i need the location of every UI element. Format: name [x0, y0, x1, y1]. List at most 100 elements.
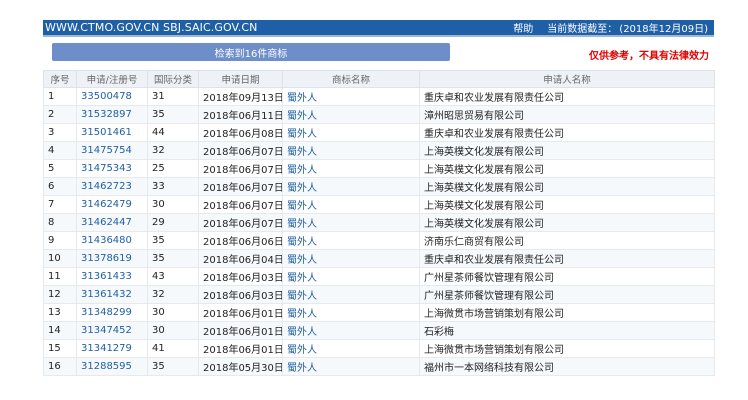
- registration-number-link[interactable]: 31347452: [76, 321, 148, 340]
- class-cell: 30: [147, 303, 199, 322]
- row-number-cell: 13: [43, 303, 77, 322]
- class-cell: 32: [147, 141, 199, 160]
- application-date-cell: 2018年06月07日: [198, 141, 283, 160]
- applicant-name-cell: 上海微贯市场营销策划有限公司: [419, 303, 715, 322]
- application-date-cell: 2018年06月03日: [198, 267, 283, 286]
- application-date-cell: 2018年06月07日: [198, 195, 283, 214]
- results-count-bar: 检索到16件商标: [52, 43, 450, 61]
- trademark-name-link[interactable]: 蜀外人: [282, 267, 420, 286]
- class-cell: 35: [147, 357, 199, 376]
- applicant-name-cell: 重庆卓和农业发展有限责任公司: [419, 123, 715, 142]
- application-date-cell: 2018年06月08日: [198, 123, 283, 142]
- trademark-name-link[interactable]: 蜀外人: [282, 249, 420, 268]
- column-header-class[interactable]: 国际分类: [147, 70, 199, 88]
- class-cell: 35: [147, 249, 199, 268]
- registration-number-link[interactable]: 31475754: [76, 141, 148, 160]
- trademark-name-link[interactable]: 蜀外人: [282, 213, 420, 232]
- registration-number-link[interactable]: 31348299: [76, 303, 148, 322]
- application-date-cell: 2018年06月03日: [198, 285, 283, 304]
- application-date-cell: 2018年06月07日: [198, 159, 283, 178]
- registration-number-link[interactable]: 31532897: [76, 105, 148, 124]
- row-number-cell: 2: [43, 105, 77, 124]
- registration-number-link[interactable]: 31436480: [76, 231, 148, 250]
- class-cell: 31: [147, 87, 199, 106]
- table-row: 8 31462447 29 2018年06月07日 蜀外人 上海英樸文化发展有限公司: [43, 213, 715, 232]
- registration-number-link[interactable]: 31288595: [76, 357, 148, 376]
- registration-number-link[interactable]: 31462479: [76, 195, 148, 214]
- registration-number-link[interactable]: 31501461: [76, 123, 148, 142]
- help-link[interactable]: 帮助: [513, 20, 533, 35]
- registration-number-link[interactable]: 33500478: [76, 87, 148, 106]
- registration-number-link[interactable]: 31341279: [76, 339, 148, 358]
- application-date-cell: 2018年06月04日: [198, 249, 283, 268]
- trademark-name-link[interactable]: 蜀外人: [282, 105, 420, 124]
- applicant-name-cell: 重庆卓和农业发展有限责任公司: [419, 249, 715, 268]
- table-row: 13 31348299 30 2018年06月01日 蜀外人 上海微贯市场营销策划有限公司: [43, 303, 715, 322]
- table-row: 16 31288595 35 2018年05月30日 蜀外人 福州市一本网络科技有限公司: [43, 357, 715, 376]
- column-header-date[interactable]: 申请日期: [198, 70, 283, 88]
- column-header-trademark-name[interactable]: 商标名称: [282, 70, 420, 88]
- row-number-cell: 11: [43, 267, 77, 286]
- trademark-name-link[interactable]: 蜀外人: [282, 357, 420, 376]
- registration-number-link[interactable]: 31361433: [76, 267, 148, 286]
- trademark-name-link[interactable]: 蜀外人: [282, 231, 420, 250]
- trademark-name-link[interactable]: 蜀外人: [282, 195, 420, 214]
- class-cell: 43: [147, 267, 199, 286]
- trademark-name-link[interactable]: 蜀外人: [282, 321, 420, 340]
- registration-number-link[interactable]: 31462447: [76, 213, 148, 232]
- table-row: 2 31532897 35 2018年06月11日 蜀外人 漳州昭思贸易有限公司: [43, 105, 715, 124]
- application-date-cell: 2018年06月11日: [198, 105, 283, 124]
- trademark-name-link[interactable]: 蜀外人: [282, 87, 420, 106]
- row-number-cell: 14: [43, 321, 77, 340]
- applicant-name-cell: 石彩梅: [419, 321, 715, 340]
- application-date-cell: 2018年06月07日: [198, 213, 283, 232]
- application-date-cell: 2018年06月01日: [198, 303, 283, 322]
- applicant-name-cell: 上海英樸文化发展有限公司: [419, 195, 715, 214]
- row-number-cell: 7: [43, 195, 77, 214]
- class-cell: 41: [147, 339, 199, 358]
- table-body: 1 33500478 31 2018年09月13日 蜀外人 重庆卓和农业发展有限责任公司 2…: [43, 87, 715, 376]
- column-header-applicant[interactable]: 申请人名称: [419, 70, 715, 88]
- column-header-reg-no[interactable]: 申请/注册号: [76, 70, 148, 88]
- applicant-name-cell: 上海英樸文化发展有限公司: [419, 159, 715, 178]
- application-date-cell: 2018年06月01日: [198, 339, 283, 358]
- application-date-cell: 2018年06月07日: [198, 177, 283, 196]
- application-date-cell: 2018年05月30日: [198, 357, 283, 376]
- registration-number-link[interactable]: 31378619: [76, 249, 148, 268]
- row-number-cell: 1: [43, 87, 77, 106]
- registration-number-link[interactable]: 31475343: [76, 159, 148, 178]
- table-row: 15 31341279 41 2018年06月01日 蜀外人 上海微贯市场营销策划有限公司: [43, 339, 715, 358]
- row-number-cell: 15: [43, 339, 77, 358]
- data-date-value: (2018年12月09日): [619, 24, 708, 35]
- applicant-name-cell: 济南乐仁商贸有限公司: [419, 231, 715, 250]
- applicant-name-cell: 广州星茶师餐饮管理有限公司: [419, 285, 715, 304]
- trademark-name-link[interactable]: 蜀外人: [282, 123, 420, 142]
- row-number-cell: 8: [43, 213, 77, 232]
- header-divider: [43, 35, 714, 37]
- registration-number-link[interactable]: 31462723: [76, 177, 148, 196]
- applicant-name-cell: 上海英樸文化发展有限公司: [419, 177, 715, 196]
- trademark-name-link[interactable]: 蜀外人: [282, 285, 420, 304]
- class-cell: 33: [147, 177, 199, 196]
- table-header-row: 序号 申请/注册号 国际分类 申请日期 商标名称 申请人名称: [43, 70, 715, 88]
- row-number-cell: 9: [43, 231, 77, 250]
- row-number-cell: 3: [43, 123, 77, 142]
- table-row: 3 31501461 44 2018年06月08日 蜀外人 重庆卓和农业发展有限责任公司: [43, 123, 715, 142]
- table-row: 6 31462723 33 2018年06月07日 蜀外人 上海英樸文化发展有限公司: [43, 177, 715, 196]
- site-header-bar: WWW.CTMO.GOV.CN SBJ.SAIC.GOV.CN 帮助 当前数据截…: [43, 20, 714, 35]
- trademark-name-link[interactable]: 蜀外人: [282, 141, 420, 160]
- trademark-name-link[interactable]: 蜀外人: [282, 303, 420, 322]
- application-date-cell: 2018年06月01日: [198, 321, 283, 340]
- legal-disclaimer: 仅供参考，不具有法律效力: [589, 51, 709, 62]
- applicant-name-cell: 广州星茶师餐饮管理有限公司: [419, 267, 715, 286]
- row-number-cell: 6: [43, 177, 77, 196]
- trademark-name-link[interactable]: 蜀外人: [282, 339, 420, 358]
- applicant-name-cell: 漳州昭思贸易有限公司: [419, 105, 715, 124]
- row-number-cell: 12: [43, 285, 77, 304]
- table-row: 1 33500478 31 2018年09月13日 蜀外人 重庆卓和农业发展有限责任公司: [43, 87, 715, 106]
- trademark-name-link[interactable]: 蜀外人: [282, 159, 420, 178]
- applicant-name-cell: 重庆卓和农业发展有限责任公司: [419, 87, 715, 106]
- table-row: 9 31436480 35 2018年06月06日 蜀外人 济南乐仁商贸有限公司: [43, 231, 715, 250]
- registration-number-link[interactable]: 31361432: [76, 285, 148, 304]
- trademark-name-link[interactable]: 蜀外人: [282, 177, 420, 196]
